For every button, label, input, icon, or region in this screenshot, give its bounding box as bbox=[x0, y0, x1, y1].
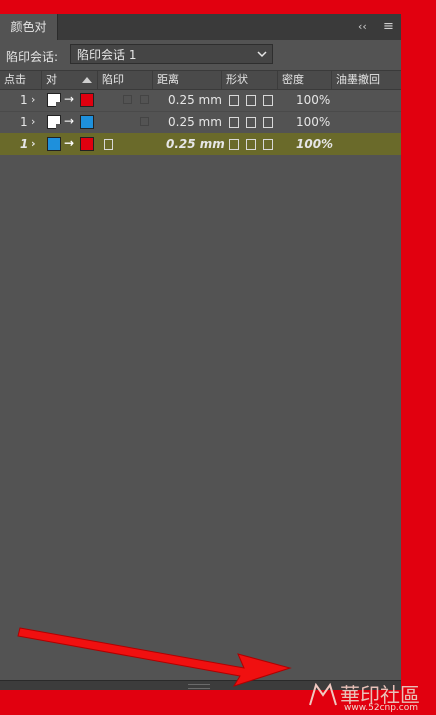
watermark-url: www.52cnp.com bbox=[344, 703, 419, 713]
watermark-logo-icon bbox=[309, 683, 337, 706]
red-annotation-arrow bbox=[17, 627, 292, 687]
watermark: 華印社區 www.52cnp.com bbox=[304, 679, 434, 713]
